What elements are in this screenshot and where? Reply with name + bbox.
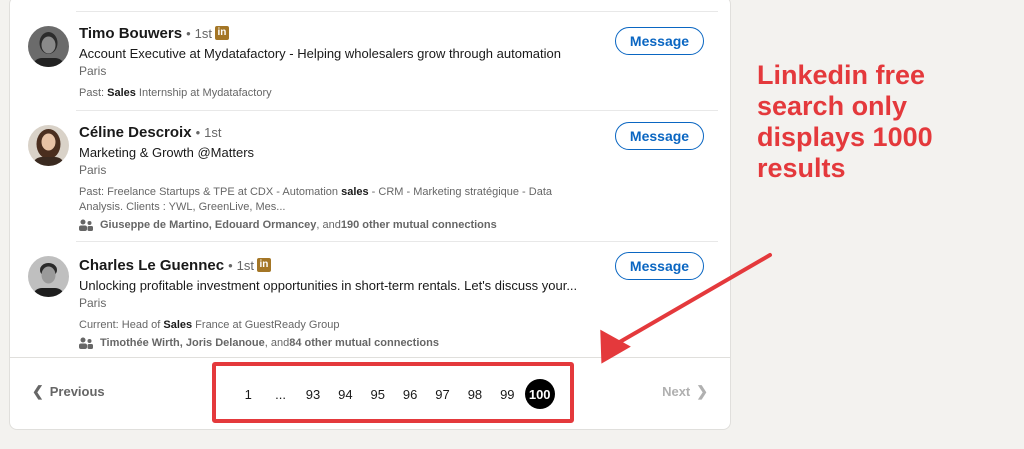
annotation-text: Linkedin free search only displays 1000 … <box>757 60 933 183</box>
